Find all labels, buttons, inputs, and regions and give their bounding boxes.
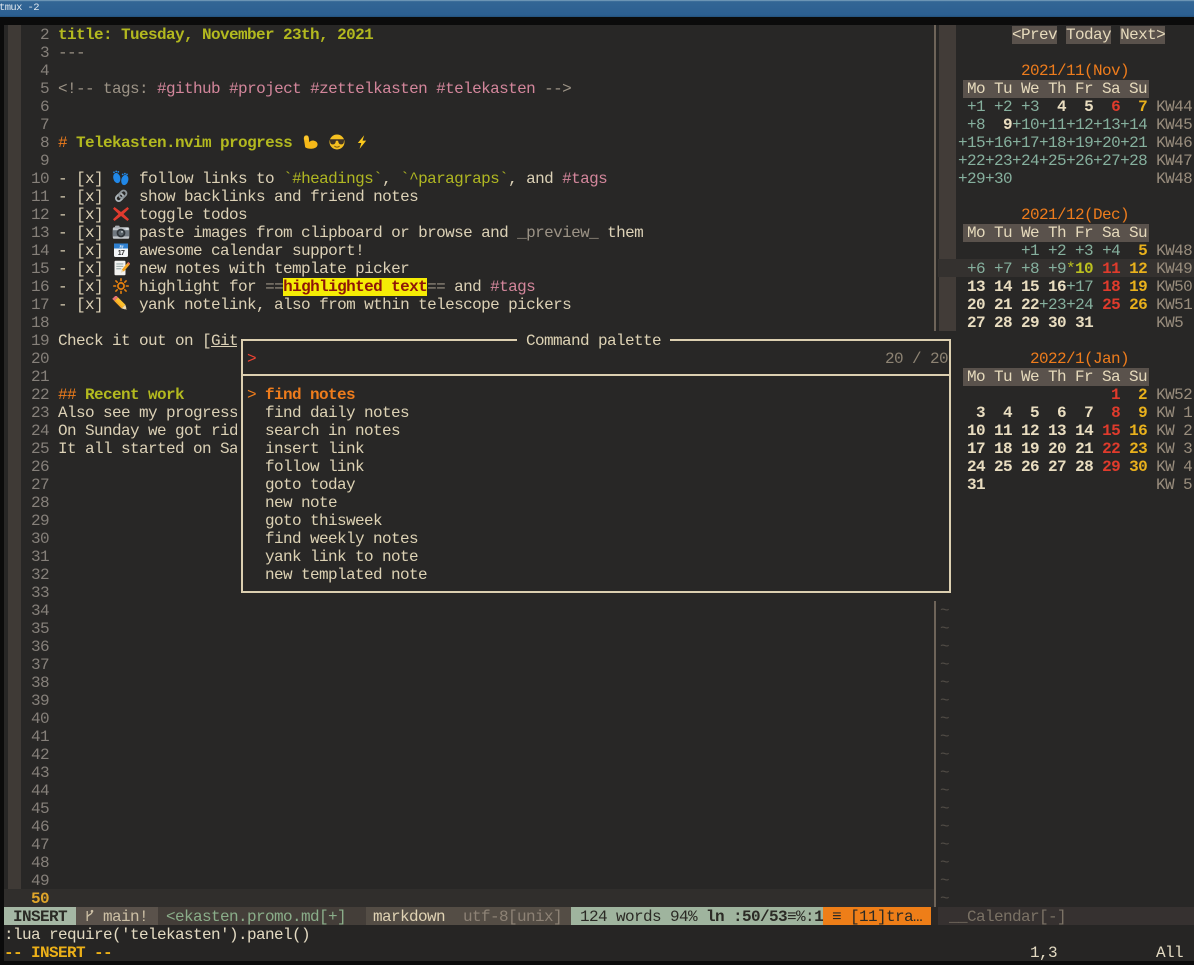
svg-text:17: 17 bbox=[118, 250, 125, 257]
